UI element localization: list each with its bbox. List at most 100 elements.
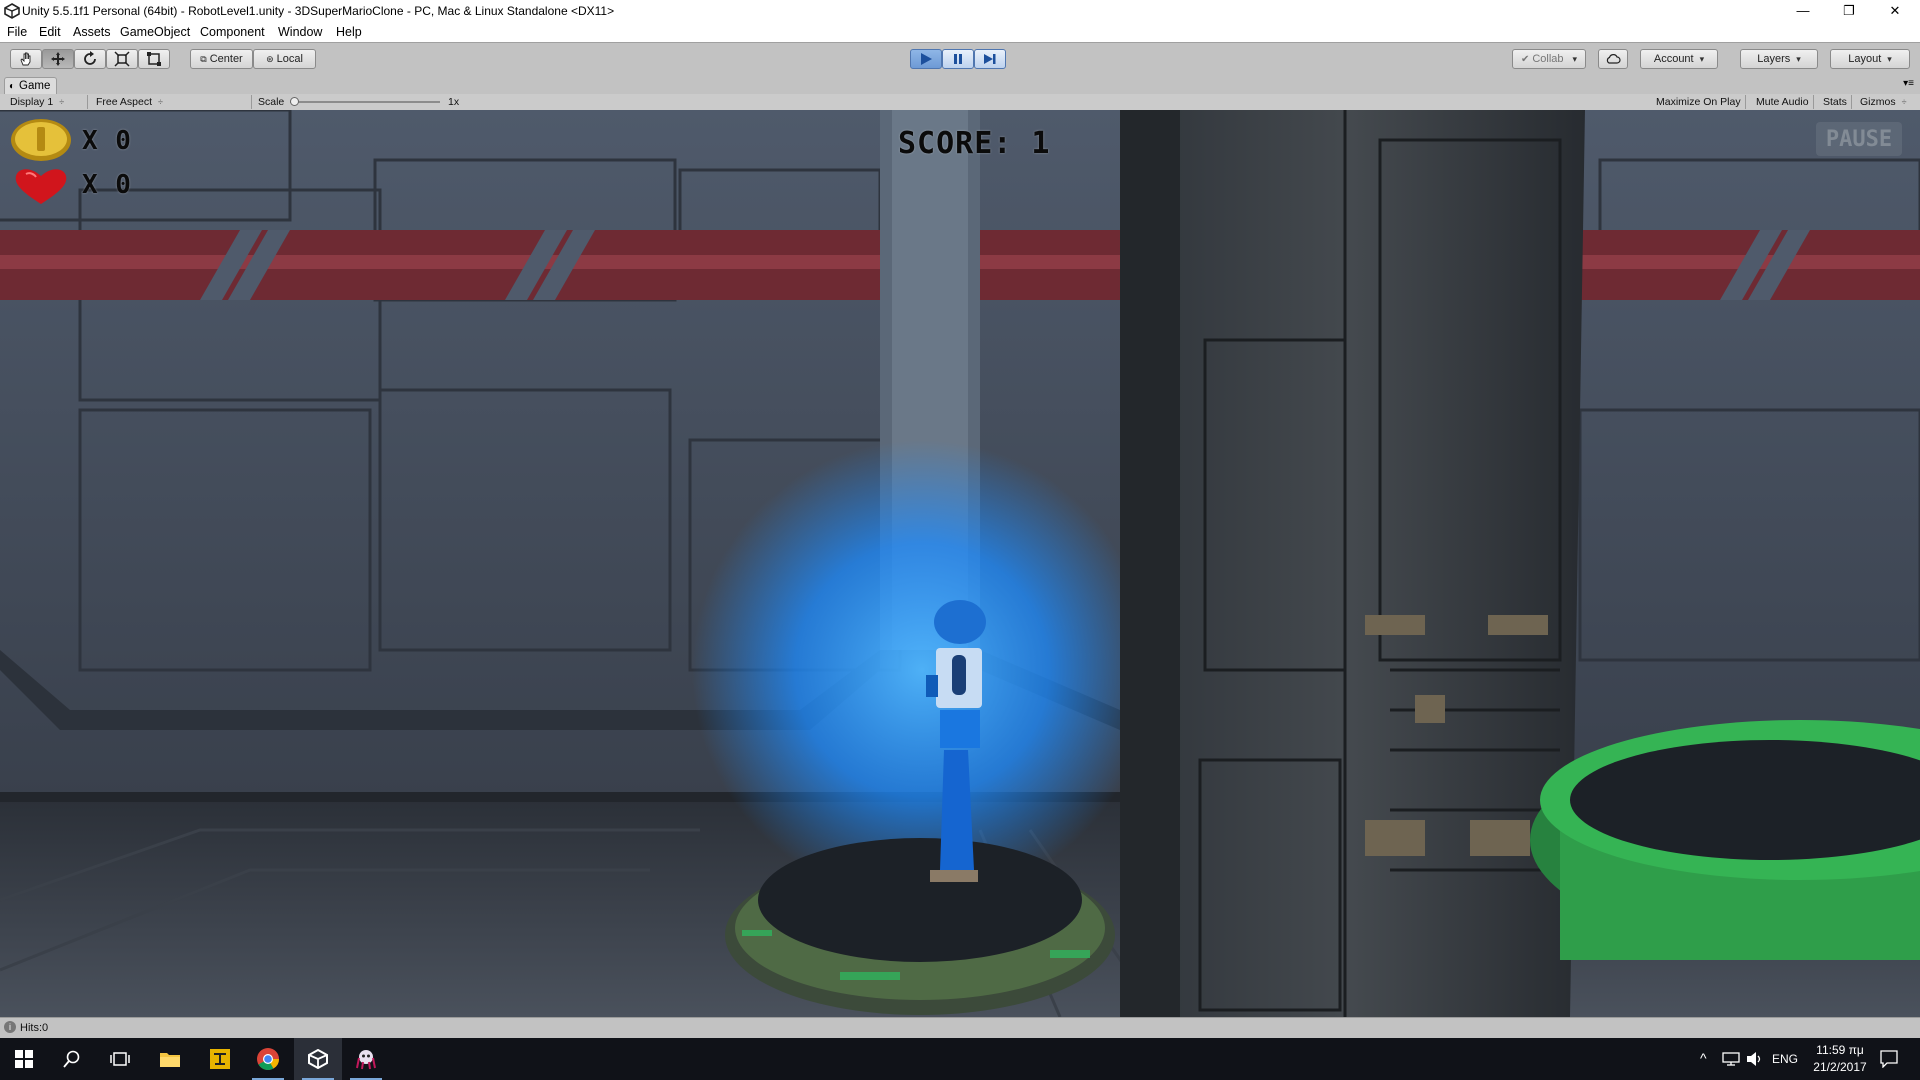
search-button[interactable] bbox=[48, 1038, 96, 1080]
menu-window[interactable]: Window bbox=[278, 25, 322, 39]
menu-edit[interactable]: Edit bbox=[39, 25, 61, 39]
play-button[interactable] bbox=[910, 49, 942, 69]
coin-icon bbox=[11, 119, 71, 161]
scale-slider-thumb[interactable] bbox=[290, 97, 299, 106]
move-tool-button[interactable] bbox=[42, 49, 74, 69]
search-icon bbox=[63, 1050, 80, 1068]
cloud-icon bbox=[1606, 54, 1621, 64]
space-label: Local bbox=[276, 53, 303, 65]
dark-pillar bbox=[1120, 110, 1585, 1017]
chrome-icon bbox=[257, 1048, 279, 1070]
menu-help[interactable]: Help bbox=[336, 25, 362, 39]
display-dropdown[interactable]: Display 1 bbox=[6, 95, 88, 109]
account-dropdown[interactable]: Account bbox=[1640, 49, 1718, 69]
scale-icon bbox=[114, 51, 130, 67]
pause-icon bbox=[954, 54, 962, 64]
menu-assets[interactable]: Assets bbox=[73, 25, 111, 39]
collab-check-icon: ✔ bbox=[1520, 53, 1530, 65]
menu-bar: File Edit Assets GameObject Component Wi… bbox=[0, 22, 1920, 42]
space-toggle-button[interactable]: ⊛ Local bbox=[253, 49, 316, 69]
scale-value: 1x bbox=[448, 96, 460, 108]
maximize-on-play-toggle[interactable]: Maximize On Play bbox=[1652, 95, 1746, 109]
hand-icon bbox=[20, 52, 31, 66]
account-label: Account bbox=[1653, 53, 1694, 65]
info-icon: i bbox=[4, 1021, 16, 1033]
windows-taskbar: ^ ENG 11:59 πμ 21/2/2017 bbox=[0, 1038, 1920, 1080]
pause-button[interactable] bbox=[942, 49, 974, 69]
mascot-app-icon bbox=[356, 1050, 376, 1070]
game-view-controls: Display 1 Free Aspect Scale 1x Maximize … bbox=[0, 94, 1920, 111]
game-panel-tabbar: ◐ Game ▾≡ bbox=[0, 77, 1920, 94]
collab-label: Collab bbox=[1532, 53, 1564, 65]
chrome-button[interactable] bbox=[244, 1038, 292, 1080]
mute-audio-toggle[interactable]: Mute Audio bbox=[1752, 95, 1814, 109]
pivot-label: Center bbox=[209, 53, 243, 65]
rect-icon bbox=[147, 52, 161, 66]
task-view-icon bbox=[110, 1052, 130, 1066]
heart-icon bbox=[15, 169, 67, 204]
menu-component[interactable]: Component bbox=[200, 25, 265, 39]
unity-taskbar-button[interactable] bbox=[294, 1038, 342, 1080]
panel-menu-icon[interactable]: ▾≡ bbox=[1903, 78, 1914, 89]
local-space-icon: ⊛ bbox=[266, 53, 274, 64]
layers-dropdown[interactable]: Layers bbox=[1740, 49, 1818, 69]
restore-button[interactable]: ❐ bbox=[1826, 0, 1872, 22]
status-bar: i Hits:0 bbox=[0, 1017, 1920, 1039]
game-scene bbox=[0, 110, 1920, 1017]
lives-count: X 0 bbox=[82, 170, 132, 200]
status-message: Hits:0 bbox=[20, 1022, 49, 1034]
window-title: Unity 5.5.1f1 Personal (64bit) - RobotLe… bbox=[22, 4, 615, 18]
notifications-icon[interactable] bbox=[1880, 1050, 1898, 1068]
app-yellow-button[interactable] bbox=[196, 1038, 244, 1080]
scale-label: Scale bbox=[258, 96, 285, 108]
input-language[interactable]: ENG bbox=[1772, 1052, 1798, 1066]
collab-dropdown[interactable]: ✔ Collab bbox=[1512, 49, 1586, 69]
folder-icon bbox=[160, 1053, 180, 1067]
pivot-icon: ⧉ bbox=[200, 53, 207, 64]
unity-icon bbox=[4, 3, 20, 19]
rotate-icon bbox=[84, 51, 96, 65]
layout-label: Layout bbox=[1848, 53, 1882, 65]
network-icon[interactable] bbox=[1722, 1052, 1740, 1066]
stats-toggle[interactable]: Stats bbox=[1819, 95, 1852, 109]
close-button[interactable]: ✕ bbox=[1872, 0, 1918, 22]
window-titlebar: Unity 5.5.1f1 Personal (64bit) - RobotLe… bbox=[0, 0, 1920, 22]
file-explorer-button[interactable] bbox=[146, 1038, 194, 1080]
volume-icon[interactable] bbox=[1746, 1051, 1764, 1067]
scale-tool-button[interactable] bbox=[106, 49, 138, 69]
minimize-button[interactable]: — bbox=[1780, 0, 1826, 22]
cloud-button[interactable] bbox=[1598, 49, 1628, 69]
pivot-toggle-button[interactable]: ⧉ Center bbox=[190, 49, 253, 69]
app-octopus-button[interactable] bbox=[342, 1038, 390, 1080]
rotate-tool-button[interactable] bbox=[74, 49, 106, 69]
game-tab-label: Game bbox=[19, 80, 51, 92]
layout-dropdown[interactable]: Layout bbox=[1830, 49, 1910, 69]
score-display: SCORE: 1 bbox=[898, 126, 1051, 161]
tab-game[interactable]: ◐ Game bbox=[4, 77, 58, 94]
start-button[interactable] bbox=[0, 1038, 48, 1080]
hand-tool-button[interactable] bbox=[10, 49, 42, 69]
scale-slider[interactable] bbox=[290, 97, 440, 106]
unity-icon bbox=[308, 1049, 328, 1069]
windows-icon bbox=[15, 1050, 33, 1068]
task-view-button[interactable] bbox=[96, 1038, 144, 1080]
tray-chevron-icon[interactable]: ^ bbox=[1700, 1050, 1707, 1066]
menu-gameobject[interactable]: GameObject bbox=[120, 25, 190, 39]
play-icon bbox=[921, 53, 932, 65]
game-view[interactable]: X 0 X 0 SCORE: 1 PAUSE bbox=[0, 110, 1920, 1017]
layers-label: Layers bbox=[1757, 53, 1791, 65]
pause-label: PAUSE bbox=[1825, 126, 1893, 152]
pause-button-hud[interactable]: PAUSE bbox=[1816, 122, 1902, 156]
rect-tool-button[interactable] bbox=[138, 49, 170, 69]
network-app-icon bbox=[210, 1049, 230, 1069]
step-button[interactable] bbox=[974, 49, 1006, 69]
clock-time[interactable]: 11:59 πμ bbox=[1810, 1043, 1870, 1057]
aspect-dropdown[interactable]: Free Aspect bbox=[92, 95, 252, 109]
gizmos-dropdown[interactable]: Gizmos bbox=[1856, 95, 1911, 109]
clock-date[interactable]: 21/2/2017 bbox=[1806, 1060, 1874, 1074]
spawn-glow bbox=[692, 440, 1152, 900]
move-icon bbox=[51, 52, 65, 66]
spawn-platform-top bbox=[758, 838, 1082, 962]
game-tab-icon: ◐ bbox=[9, 80, 16, 92]
menu-file[interactable]: File bbox=[7, 25, 27, 39]
